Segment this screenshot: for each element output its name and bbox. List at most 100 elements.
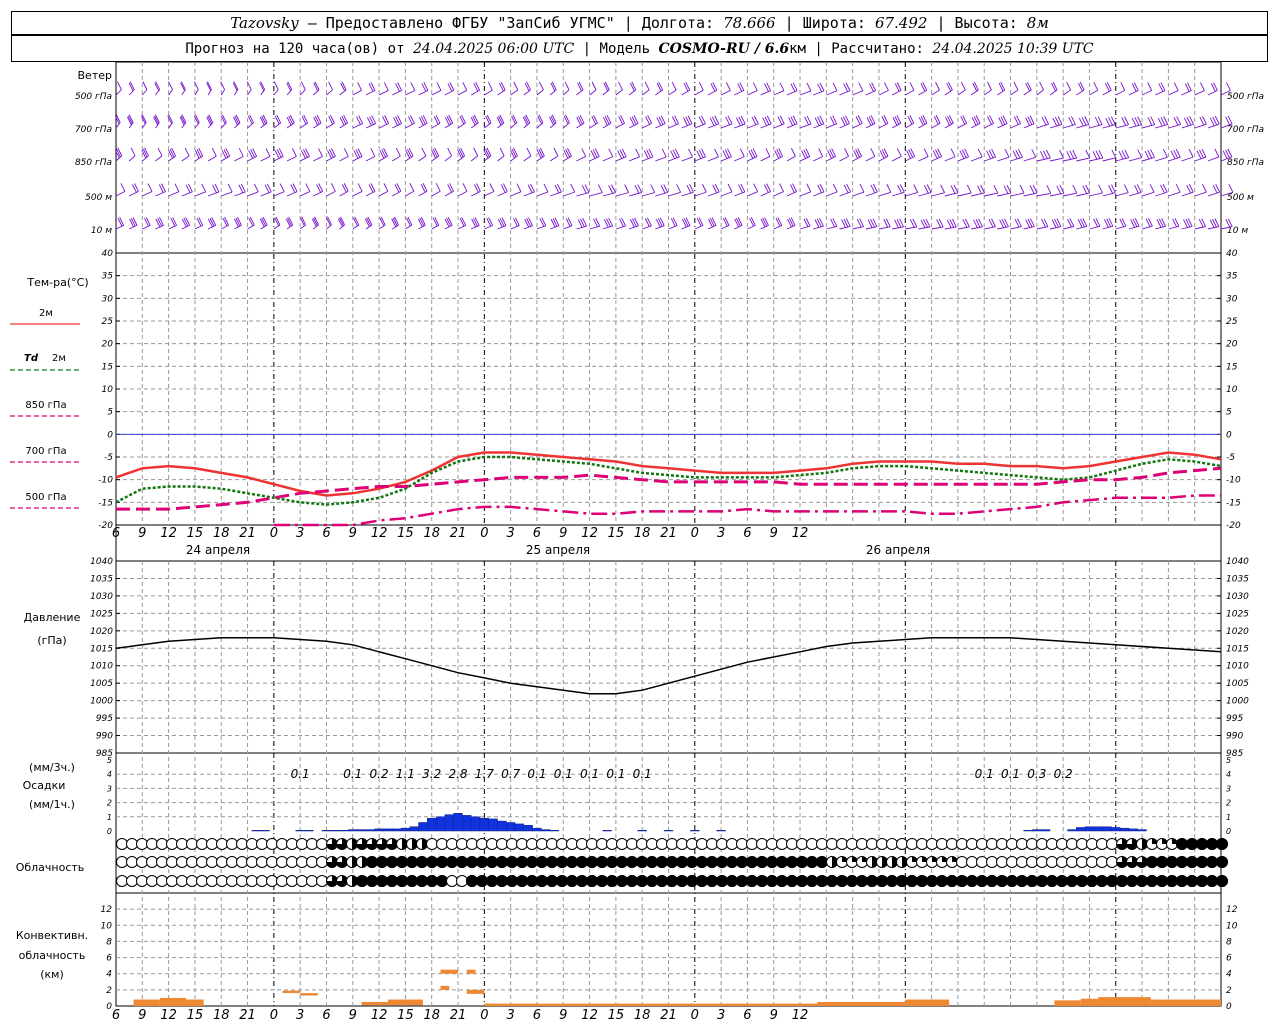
wind-barb <box>753 183 759 192</box>
pres-tick-left: 990 <box>96 732 113 742</box>
wind-barb <box>550 82 556 92</box>
wind-barb <box>1036 89 1044 96</box>
cloud-cover-icon <box>476 856 488 868</box>
wind-barb <box>484 191 495 197</box>
cloud-cover-icon <box>916 838 928 850</box>
wind-barb <box>470 89 480 96</box>
wind-barb <box>790 217 796 226</box>
wind-barb <box>339 89 347 96</box>
wind-barb <box>292 148 297 157</box>
pressure-title: Давление <box>24 611 81 624</box>
cloud-cover-icon <box>286 875 298 887</box>
wind-barb <box>536 150 542 159</box>
pres-tick-right: 995 <box>1226 714 1243 724</box>
cloud-cover-icon <box>726 856 738 868</box>
wind-barb <box>409 183 415 192</box>
wind-barb <box>701 183 707 193</box>
wind-barb <box>405 190 415 197</box>
wind-barb <box>460 147 466 157</box>
conv-tick-left: 0 <box>106 1002 112 1012</box>
wind-barb <box>221 191 233 197</box>
pres-tick-left: 1005 <box>90 679 113 689</box>
wind-barb <box>383 183 389 192</box>
wind-barb <box>635 148 641 158</box>
wind-barb <box>262 114 268 124</box>
wind-barb <box>944 89 953 96</box>
cloud-cover-icon <box>166 856 178 868</box>
wind-barb <box>1010 123 1021 129</box>
wind-barb <box>722 217 728 227</box>
wind-barb <box>1098 184 1103 193</box>
wind-barb <box>944 192 959 197</box>
wind-barb <box>276 114 282 124</box>
wind-barb <box>970 192 985 197</box>
wind-barb <box>378 123 389 129</box>
cloud-cover-icon <box>736 838 748 850</box>
precip-tick-left: 4 <box>107 770 112 779</box>
cloud-cover-icon <box>816 856 828 868</box>
wind-barb <box>470 116 476 126</box>
wind-barb <box>896 148 902 157</box>
cloud-cover-icon <box>886 838 898 850</box>
wind-barb <box>119 217 125 226</box>
wind-barb <box>1000 81 1006 91</box>
wind-barb <box>1111 149 1117 159</box>
cloud-cover-icon <box>1076 875 1088 887</box>
wind-barb <box>238 148 244 157</box>
wind-barb <box>431 224 439 230</box>
wind-barb <box>286 89 293 96</box>
cloud-cover-icon <box>136 856 148 868</box>
wind-barb <box>984 192 998 197</box>
conv-bar <box>1054 1000 1081 1006</box>
wind-barb <box>1063 123 1076 129</box>
cloud-cover-icon <box>496 856 508 868</box>
wind-barb <box>432 217 438 227</box>
cloud-cover-icon <box>1176 856 1188 868</box>
wind-barb <box>1076 192 1090 197</box>
wind-barb <box>773 191 784 197</box>
wind-barb <box>497 191 508 197</box>
wind-barb <box>563 191 575 197</box>
wind-barb <box>448 114 454 124</box>
wind-barb <box>1036 192 1051 197</box>
wind-barb <box>734 156 745 162</box>
precip-bar <box>1102 826 1112 832</box>
cloud-cover-icon <box>906 875 918 887</box>
precip-3h-label: 2.8 <box>448 767 467 781</box>
wind-level-label-left: 10 м <box>91 226 112 236</box>
cloud-cover-icon <box>246 838 258 850</box>
wind-barb <box>892 191 905 197</box>
wind-barb <box>1093 82 1099 91</box>
cloud-cover-icon <box>226 856 238 868</box>
precip-3h-label: 0.1 <box>633 767 652 781</box>
cloud-cover-icon <box>186 875 198 887</box>
cloud-cover-icon <box>536 875 548 887</box>
cloud-cover-icon <box>276 838 288 850</box>
wind-barb <box>1056 185 1062 195</box>
cloud-cover-icon <box>816 875 828 887</box>
wind-barb <box>1049 157 1064 162</box>
wind-barb <box>1078 82 1083 92</box>
cloud-cover-icon <box>896 875 908 887</box>
precip-bar <box>365 829 375 832</box>
wind-barb <box>685 217 691 226</box>
wind-barb <box>1089 89 1098 96</box>
precip-bar <box>295 830 305 832</box>
wind-barb <box>1004 148 1010 158</box>
wind-barb <box>185 217 191 226</box>
cloud-cover-icon <box>1056 838 1068 850</box>
wind-barb <box>1115 225 1127 230</box>
wind-barb <box>1141 124 1155 129</box>
cloud-cover-icon <box>876 838 888 850</box>
wind-barb <box>115 89 122 96</box>
wind-barb <box>523 89 531 96</box>
wind-barb <box>628 89 637 96</box>
bottom-x-tick: 0 <box>691 1008 699 1023</box>
cloud-cover-icon <box>516 838 528 850</box>
wind-barb <box>170 217 176 227</box>
wind-barb <box>526 81 532 91</box>
wind-barb <box>957 192 972 197</box>
wind-level-label-left: 500 гПа <box>75 92 112 102</box>
wind-barb <box>313 156 323 162</box>
wind-barb <box>286 116 292 126</box>
